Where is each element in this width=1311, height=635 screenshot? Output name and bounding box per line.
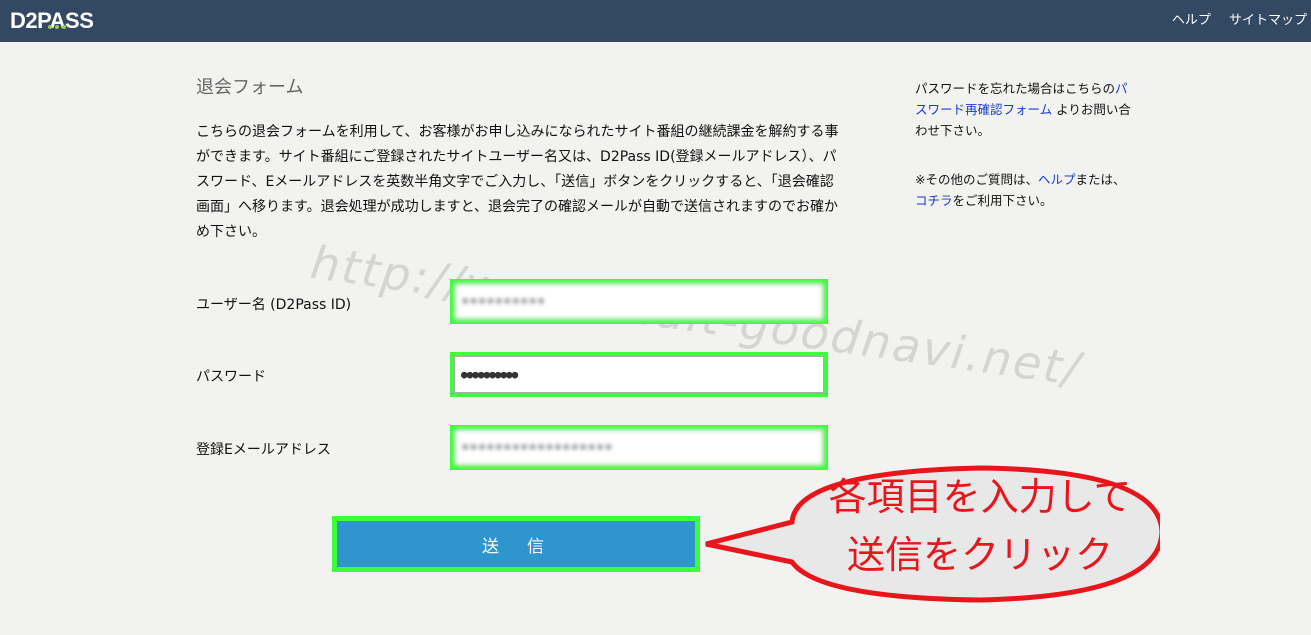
logo-dots-icon	[48, 9, 69, 35]
kochira-link[interactable]: コチラ	[915, 193, 953, 208]
password-label: パスワード	[196, 369, 266, 385]
page-title: 退会フォーム	[196, 77, 304, 98]
callout-line-1: 各項目を入力して	[828, 475, 1132, 519]
callout-text: 各項目を入力して 送信をクリック	[790, 468, 1170, 584]
submit-button[interactable]: 送信	[337, 521, 695, 567]
username-input[interactable]	[454, 283, 824, 320]
username-label: ユーザー名 (D2Pass ID)	[196, 297, 352, 313]
top-navigation-bar: D2PASS ヘルプ サイトマップ	[0, 0, 1311, 42]
help-link[interactable]: ヘルプ	[1038, 172, 1076, 187]
callout-line-2: 送信をクリック	[846, 533, 1113, 577]
email-label: 登録Eメールアドレス	[196, 442, 331, 458]
sidebar-text: パスワードを忘れた場合はこちらの	[915, 81, 1116, 96]
sidebar-other-questions: ※その他のご質問は、ヘルプまたは、コチラをご利用下さい。	[915, 169, 1135, 211]
sidebar-text: をご利用下さい。	[952, 193, 1053, 208]
sidebar-text: ※その他のご質問は、	[915, 172, 1038, 187]
nav-sitemap-link[interactable]: サイトマップ	[1229, 13, 1307, 28]
password-field-highlight	[450, 352, 828, 397]
submit-button-highlight: 送信	[332, 516, 700, 572]
sidebar-password-note: パスワードを忘れた場合はこちらのパスワード再確認フォーム よりお問い合わせ下さい…	[915, 78, 1135, 141]
header-nav: ヘルプ サイトマップ	[1158, 9, 1307, 28]
form-description: こちらの退会フォームを利用して、お客様がお申し込みになられたサイト番組の継続課金…	[196, 124, 839, 240]
sidebar-text: または、	[1075, 172, 1126, 187]
password-input[interactable]	[454, 356, 824, 393]
d2pass-logo[interactable]: D2PASS	[10, 8, 94, 35]
username-field-highlight	[450, 279, 828, 324]
sidebar-help: パスワードを忘れた場合はこちらのパスワード再確認フォーム よりお問い合わせ下さい…	[915, 78, 1135, 211]
nav-help-link[interactable]: ヘルプ	[1172, 13, 1211, 28]
